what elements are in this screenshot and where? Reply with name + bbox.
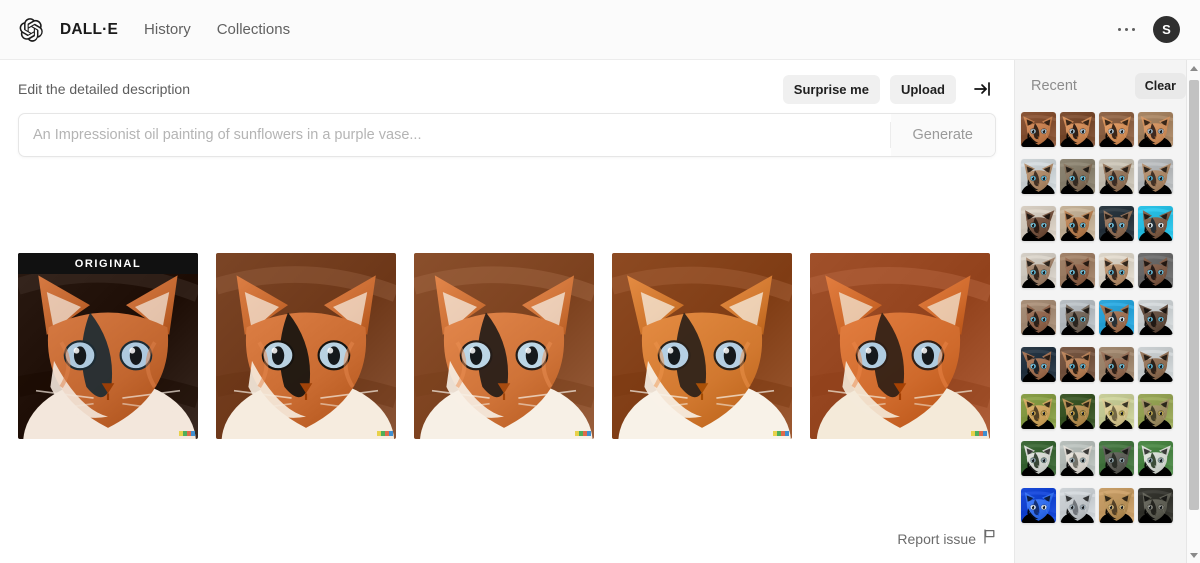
recent-thumbnail[interactable] [1099,253,1134,288]
scroll-down-arrow-icon[interactable] [1187,547,1200,563]
recent-thumbnail[interactable] [1138,253,1173,288]
sidebar-header: Recent Clear [1015,60,1200,112]
recent-row [1021,159,1192,194]
recent-thumbnail[interactable] [1138,112,1173,147]
recent-thumbnail[interactable] [1021,112,1056,147]
recent-row [1021,394,1192,429]
recent-thumbnail[interactable] [1099,347,1134,382]
recent-thumbnail[interactable] [1138,159,1173,194]
result-image-1[interactable]: ORIGINAL [18,253,198,439]
recent-thumbnail[interactable] [1099,441,1134,476]
recent-row [1021,206,1192,241]
recent-thumbnail[interactable] [1021,206,1056,241]
sidebar-scrollbar[interactable] [1186,60,1200,563]
dalle-watermark-icon [773,431,789,436]
recent-thumbnails-list[interactable] [1015,112,1200,563]
openai-logo-icon[interactable] [16,15,46,45]
results-grid: ORIGINAL [18,253,996,439]
recent-row [1021,300,1192,335]
generated-image [810,253,990,439]
recent-thumbnail[interactable] [1060,159,1095,194]
recent-thumbnail[interactable] [1021,300,1056,335]
avatar[interactable]: S [1153,16,1180,43]
dalle-watermark-icon [971,431,987,436]
app-body: Edit the detailed description Surprise m… [0,60,1200,563]
recent-thumbnail[interactable] [1138,394,1173,429]
recent-thumbnail[interactable] [1021,253,1056,288]
recent-thumbnail[interactable] [1060,488,1095,523]
recent-row [1021,441,1192,476]
clear-button[interactable]: Clear [1134,73,1186,99]
recent-thumbnail[interactable] [1138,441,1173,476]
recent-thumbnail[interactable] [1021,441,1056,476]
recent-thumbnail[interactable] [1099,159,1134,194]
original-badge: ORIGINAL [18,253,198,274]
recent-thumbnail[interactable] [1021,347,1056,382]
generated-image [18,253,198,439]
generate-button[interactable]: Generate [890,114,995,156]
recent-thumbnail[interactable] [1138,300,1173,335]
recent-thumbnail[interactable] [1021,488,1056,523]
collapse-right-icon[interactable] [970,77,994,101]
nav-history[interactable]: History [144,21,191,38]
recent-thumbnail[interactable] [1138,206,1173,241]
generated-image [612,253,792,439]
scroll-up-arrow-icon[interactable] [1187,60,1200,76]
recent-thumbnail[interactable] [1060,112,1095,147]
sidebar-title: Recent [1031,78,1077,94]
recent-thumbnail[interactable] [1099,394,1134,429]
dalle-watermark-icon [377,431,393,436]
upload-button[interactable]: Upload [889,74,956,104]
recent-thumbnail[interactable] [1099,300,1134,335]
recent-thumbnail[interactable] [1021,159,1056,194]
recent-thumbnail[interactable] [1099,112,1134,147]
main-panel: Edit the detailed description Surprise m… [0,60,1014,563]
result-image-5[interactable] [810,253,990,439]
recent-thumbnail[interactable] [1060,253,1095,288]
recent-row [1021,488,1192,523]
result-image-2[interactable] [216,253,396,439]
recent-row [1021,112,1192,147]
surprise-me-button[interactable]: Surprise me [782,74,880,104]
flag-icon [983,529,996,549]
ellipsis-icon[interactable] [1117,27,1135,32]
result-image-4[interactable] [612,253,792,439]
dalle-app: DALL·E History Collections S Edit the de… [0,0,1200,563]
nav-collections[interactable]: Collections [217,21,290,38]
recent-thumbnail[interactable] [1099,488,1134,523]
recent-thumbnail[interactable] [1060,394,1095,429]
result-image-3[interactable] [414,253,594,439]
generated-image [216,253,396,439]
recent-sidebar: Recent Clear [1014,60,1200,563]
dalle-watermark-icon [575,431,591,436]
report-issue-label: Report issue [897,531,976,547]
recent-thumbnail[interactable] [1060,300,1095,335]
recent-thumbnail[interactable] [1021,394,1056,429]
app-header: DALL·E History Collections S [0,0,1200,60]
recent-thumbnail[interactable] [1099,206,1134,241]
scrollbar-thumb[interactable] [1188,80,1199,510]
recent-thumbnail[interactable] [1060,206,1095,241]
toolbar-title: Edit the detailed description [18,81,190,97]
scrollbar-track[interactable] [1187,76,1200,547]
recent-thumbnail[interactable] [1138,347,1173,382]
recent-thumbnail[interactable] [1060,441,1095,476]
generated-image [414,253,594,439]
report-issue-button[interactable]: Report issue [897,529,996,549]
recent-row [1021,347,1192,382]
recent-row [1021,253,1192,288]
recent-thumbnail[interactable] [1138,488,1173,523]
prompt-toolbar: Edit the detailed description Surprise m… [18,60,996,108]
prompt-input[interactable] [19,114,890,156]
brand-title: DALL·E [60,20,119,38]
prompt-bar: Generate [18,113,996,157]
recent-thumbnail[interactable] [1060,347,1095,382]
dalle-watermark-icon [179,431,195,436]
